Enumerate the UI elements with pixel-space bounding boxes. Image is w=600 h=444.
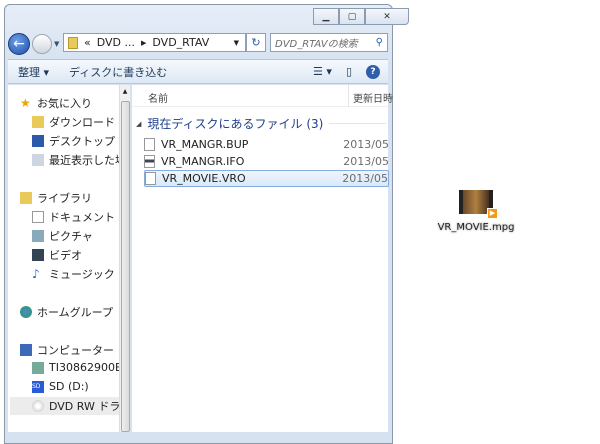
chevron-right-icon[interactable]: ▶ [141,39,146,47]
file-name: VR_MOVIE.VRO [162,172,246,185]
pictures-icon [32,230,44,242]
library-icon [20,192,32,204]
nav-downloads[interactable]: ダウンロード [32,114,115,130]
folder-icon [68,36,78,49]
nav-sd-drive[interactable]: SD SD (D:) [32,380,89,393]
file-row[interactable]: VR_MANGR.IFO 2013/05 [144,153,389,170]
desktop-file-icon[interactable]: ▶ VR_MOVIE.mpg [436,190,516,233]
help-icon[interactable]: ? [366,64,380,79]
breadcrumb-dvd-rtav[interactable]: DVD_RTAV [152,36,209,49]
view-options-icon[interactable]: ☰ ▾ [313,65,332,78]
search-input[interactable]: DVD_RTAVの検索 ⚲ [270,33,388,52]
window-controls: ▁ ▢ ✕ [313,8,409,25]
nav-label: お気に入り [37,97,92,110]
sd-card-icon: SD [32,380,44,393]
nav-label: 最近表示した場所 [49,154,119,167]
group-label: 現在ディスクにあるファイル (3) [147,117,324,131]
nav-label: ミュージック [49,268,115,281]
scrollbar-thumb[interactable] [121,101,130,432]
burn-button[interactable]: ディスクに書き込む [59,64,177,80]
video-thumbnail-icon: ▶ [459,190,498,219]
nav-videos[interactable]: ビデオ [32,247,82,263]
file-date: 2013/05 [343,155,389,168]
nav-label: DVD RW ドライブ [49,400,119,413]
file-list: 名前 更新日時 ◢ 現在ディスクにあるファイル (3) VR_MANGR.BUP 2… [131,85,393,432]
organize-button[interactable]: 整理 ▾ [8,64,59,80]
nav-label: コンピューター [37,344,114,357]
nav-favorites[interactable]: ★ お気に入り [20,95,92,111]
file-name: VR_MANGR.IFO [161,155,245,168]
column-name[interactable]: 名前 [148,90,168,105]
recent-places-icon [32,154,44,166]
nav-scrollbar[interactable]: ▲ [119,85,130,432]
file-icon [144,138,155,151]
back-button[interactable]: ← [8,33,30,55]
minimize-button[interactable]: ▁ [313,8,339,25]
nav-desktop[interactable]: デスクトップ [32,133,115,149]
music-icon: ♪ [32,267,40,281]
windows-drive-icon [32,361,44,374]
file-row-selected[interactable]: VR_MOVIE.VRO 2013/05 [144,170,389,187]
file-date: 2013/05 [342,172,388,185]
file-date: 2013/05 [343,138,389,151]
computer-icon [20,344,32,356]
nav-label: ダウンロード [49,116,115,129]
close-button[interactable]: ✕ [365,8,409,25]
nav-computer[interactable]: コンピューター [20,342,114,358]
maximize-button[interactable]: ▢ [339,8,365,25]
nav-label: デスクトップ [49,135,115,148]
nav-label: ホームグループ [37,306,114,319]
search-icon[interactable]: ⚲ [376,37,383,48]
nav-label: SD (D:) [49,380,89,393]
nav-dvd-drive[interactable]: DVD RW ドライブ [10,397,119,415]
chevron-down-icon[interactable]: ▼ [234,39,239,47]
documents-icon [32,211,44,223]
nav-music[interactable]: ♪ ミュージック [32,266,115,282]
forward-button[interactable] [32,34,52,54]
nav-libraries[interactable]: ライブラリ [20,190,92,206]
nav-homegroup[interactable]: ホームグループ [20,304,113,320]
star-icon: ★ [20,96,31,110]
nav-label: TI30862900B (C:) [49,361,119,374]
scroll-up-icon[interactable]: ▲ [120,88,130,95]
play-badge-icon: ▶ [487,208,498,219]
file-icon [145,172,156,185]
address-bar[interactable]: « DVD ... ▶ DVD_RTAV ▼ [63,33,246,52]
column-modified[interactable]: 更新日時 [348,85,393,107]
nav-pictures[interactable]: ピクチャ [32,228,93,244]
recent-pages-dropdown[interactable]: ▼ [54,40,59,48]
group-header[interactable]: ◢ 現在ディスクにあるファイル (3) [136,115,386,132]
collapse-icon[interactable]: ◢ [136,120,141,128]
refresh-button[interactable]: ↻ [246,33,266,52]
nav-label: ビデオ [49,249,82,262]
desktop-icon [32,135,44,147]
nav-documents[interactable]: ドキュメント [32,209,115,225]
video-icon [32,249,44,261]
nav-label: ピクチャ [49,230,93,243]
homegroup-icon [20,306,32,318]
nav-label: ライブラリ [37,192,92,205]
preview-pane-icon[interactable]: ▯ [346,65,352,78]
file-row[interactable]: VR_MANGR.BUP 2013/05 [144,136,389,153]
nav-drive-c[interactable]: TI30862900B (C:) [32,361,119,374]
search-placeholder: DVD_RTAVの検索 [275,39,358,50]
navigation-pane: ★ お気に入り ダウンロード デスクトップ 最近表示した場所 ライブラリ ドキュメ… [8,85,119,432]
file-name: VR_MANGR.BUP [161,138,249,151]
address-overflow[interactable]: « [84,36,91,49]
toolbar: 整理 ▾ ディスクに書き込む ☰ ▾ ▯ ? [8,59,388,84]
nav-label: ドキュメント [49,211,115,224]
column-header: 名前 更新日時 [132,85,393,107]
dvd-drive-icon [32,400,44,412]
downloads-icon [32,116,44,128]
breadcrumb-dvd[interactable]: DVD ... [97,36,135,49]
nav-recent[interactable]: 最近表示した場所 [32,152,119,168]
info-file-icon [144,155,155,168]
desktop-icon-label: VR_MOVIE.mpg [437,222,515,233]
